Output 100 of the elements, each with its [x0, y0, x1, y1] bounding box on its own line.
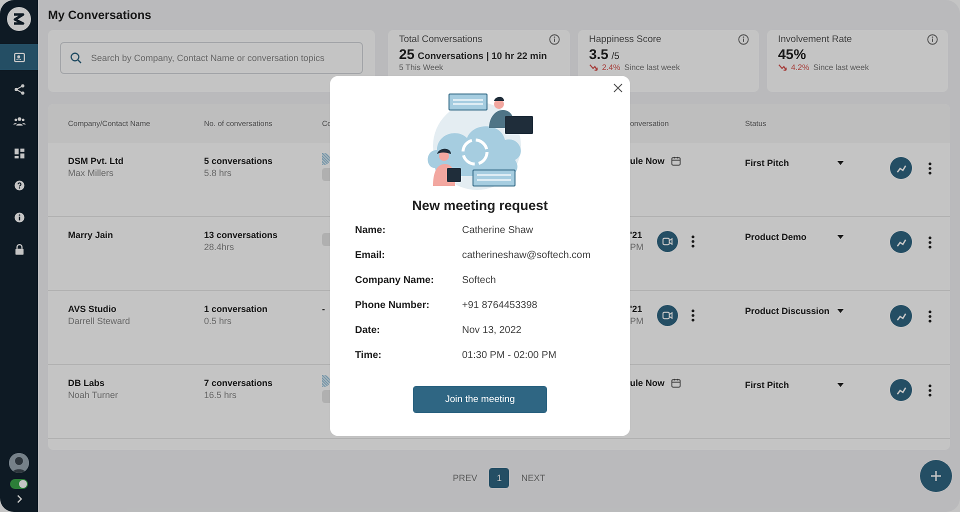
analytics-button[interactable] [890, 305, 912, 327]
stat-value: 25 [399, 46, 415, 62]
field-value: Softech [462, 274, 497, 288]
stat-unit: Conversations | 10 hr 22 min [418, 51, 547, 62]
plus-icon [930, 470, 942, 482]
dialog-title: New meeting request [412, 198, 548, 213]
info-icon[interactable] [738, 34, 749, 45]
analytics-button[interactable] [890, 379, 912, 401]
calendar-icon[interactable] [670, 378, 681, 388]
caret-icon[interactable] [837, 161, 844, 165]
share-icon [12, 82, 26, 96]
field-label: Name: [355, 224, 387, 238]
info-icon[interactable] [549, 34, 560, 45]
trend-value: 2.4% [602, 63, 620, 72]
prev-link[interactable]: PREV [452, 473, 478, 483]
more-icon[interactable] [928, 162, 932, 174]
status-dropdown[interactable]: Product Demo [745, 232, 807, 242]
trend-caption: Since last week [813, 63, 869, 72]
company-name[interactable]: DB Labs [68, 378, 105, 388]
page-button[interactable]: 1 [489, 468, 510, 488]
trend-down-icon [778, 63, 787, 72]
stat-title: Total Conversations [399, 34, 482, 45]
meeting-time: PM [630, 316, 644, 326]
tag-chip [322, 233, 330, 246]
participants-text: - [322, 304, 325, 314]
chevron-right-icon[interactable] [16, 494, 22, 504]
search-icon [70, 52, 82, 64]
analytics-button[interactable] [890, 231, 912, 253]
field-label: Time: [355, 349, 382, 363]
page-title: My Conversations [48, 8, 152, 24]
conversation-hours: 5.8 hrs [204, 168, 232, 178]
video-camera-icon [662, 310, 672, 320]
contact-name: Max Millers [68, 168, 114, 178]
contact-name: Noah Turner [68, 390, 118, 400]
status-dropdown[interactable]: Product Discussion [745, 306, 830, 316]
field-value: Nov 13, 2022 [462, 324, 522, 338]
info-icon [12, 210, 26, 224]
stat-value: 45% [778, 46, 806, 62]
info-icon[interactable] [927, 34, 938, 45]
conversation-count: 7 conversations [204, 378, 273, 388]
trend-line-icon [896, 236, 906, 248]
field-label: Email: [355, 249, 386, 263]
add-button[interactable] [920, 460, 952, 492]
stat-title: Involvement Rate [778, 34, 852, 45]
avatar-icon[interactable] [9, 453, 29, 473]
stat-value: 3.5 [589, 46, 608, 62]
calendar-icon[interactable] [670, 156, 681, 166]
field-value: catherineshaw@softech.com [462, 249, 592, 263]
video-call-button[interactable] [656, 304, 678, 326]
contact-card-icon [12, 50, 26, 64]
field-label: Date: [355, 324, 382, 338]
conversation-hours: 0.5 hrs [204, 316, 232, 326]
status-dropdown[interactable]: First Pitch [745, 380, 790, 390]
trend-line-icon [896, 384, 906, 396]
caret-icon[interactable] [837, 309, 844, 313]
caret-icon[interactable] [837, 235, 844, 239]
trend-caption: Since last week [624, 63, 680, 72]
field-label: Company Name: [355, 274, 435, 288]
analytics-button[interactable] [890, 157, 912, 179]
conversation-hours: 28.4hrs [204, 242, 234, 252]
schedule-link[interactable]: ule Now [630, 156, 665, 166]
company-name[interactable]: DSM Pvt. Ltd [68, 156, 124, 166]
more-icon[interactable] [928, 310, 932, 322]
field-value: 01:30 PM - 02:00 PM [462, 349, 558, 363]
close-icon [612, 82, 624, 94]
company-name[interactable]: Marry Jain [68, 230, 114, 240]
trend-value: 4.2% [791, 63, 810, 72]
trend-line-icon [896, 310, 906, 322]
field-value: Catherine Shaw [462, 224, 534, 238]
video-call-button[interactable] [656, 230, 678, 252]
tag-chip [322, 168, 330, 181]
more-icon[interactable] [690, 234, 694, 248]
help-icon [12, 178, 26, 192]
status-dropdown[interactable]: First Pitch [745, 158, 790, 168]
schedule-link[interactable]: ule Now [630, 378, 665, 388]
search-field[interactable]: Search by Company, Contact Name or conversation topics [60, 42, 363, 74]
more-icon[interactable] [928, 384, 932, 396]
join-meeting-button[interactable]: Join the meeting [413, 386, 547, 413]
meeting-time: PM [630, 242, 644, 252]
field-label: Phone Number: [355, 299, 430, 313]
conversation-count: 1 conversation [204, 304, 268, 314]
trend-down-icon [589, 63, 598, 72]
dashboard-icon [12, 146, 26, 160]
company-name[interactable]: AVS Studio [68, 304, 116, 314]
stat-detail: 5 This Week [399, 63, 444, 72]
field-value: +91 8764453398 [462, 299, 538, 313]
caret-icon[interactable] [837, 383, 844, 387]
more-icon[interactable] [928, 236, 932, 248]
sidebar-item[interactable] [0, 44, 38, 70]
next-link[interactable]: NEXT [521, 473, 546, 483]
status-toggle[interactable] [10, 479, 28, 489]
meeting-date: '21 [630, 230, 642, 240]
close-button[interactable] [612, 82, 624, 94]
logo-icon[interactable] [6, 6, 32, 32]
stat-unit: /5 [611, 51, 620, 62]
tag-chip [322, 390, 330, 403]
more-icon[interactable] [690, 308, 694, 322]
conversation-count: 5 conversations [204, 156, 273, 166]
video-camera-icon [662, 236, 672, 246]
stat-title: Happiness Score [589, 34, 662, 45]
